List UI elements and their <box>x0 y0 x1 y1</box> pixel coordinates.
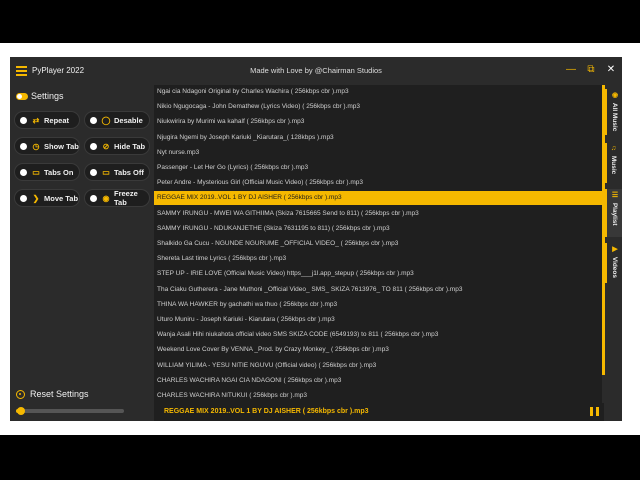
move-tab-button[interactable]: ❯ Move Tab <box>14 189 80 207</box>
playlist-item[interactable]: Tha Ciaku Gutherera - Jane Muthoni _Offi… <box>154 283 604 297</box>
playlist-item[interactable]: Njugira Ngemi by Joseph Kariuki _Kiaruta… <box>154 131 604 145</box>
playlist-item[interactable]: THINA WA HAWKER by gachathi wa thuo ( 25… <box>154 298 604 312</box>
tab-videos-label: Videos <box>611 256 618 279</box>
tabs-off-button[interactable]: ▭ Tabs Off <box>84 163 150 181</box>
app-window: PyPlayer 2022 Made with Love by @Chairma… <box>10 57 622 421</box>
desable-button[interactable]: ◯ Desable <box>84 111 150 129</box>
playlist-item[interactable]: Ngai cia Ndagoni Original by Charles Wac… <box>154 85 604 99</box>
chevron-right-icon: ❯ <box>32 193 40 203</box>
playlist: Ngai cia Ndagoni Original by Charles Wac… <box>154 85 604 403</box>
tabs-on-icon: ▭ <box>32 167 40 177</box>
hide-tab-icon: ⊘ <box>102 141 110 151</box>
radio-dot <box>90 116 97 124</box>
show-tab-button[interactable]: ◷ Show Tab <box>14 137 80 155</box>
playlist-item[interactable]: CHARLES WACHIRA NITUKUI ( 256kbps cbr ).… <box>154 389 604 403</box>
freeze-tab-button[interactable]: ◉ Freeze Tab <box>84 189 150 207</box>
playlist-item[interactable]: Passenger - Let Her Go (Lyrics) ( 256kbp… <box>154 161 604 175</box>
playlist-item[interactable]: SAMMY IRUNGU - NDUKANJETHE (Skiza 763119… <box>154 222 604 236</box>
repeat-icon: ⇄ <box>32 115 40 125</box>
playlist-item[interactable]: SAMMY IRUNGU - MWEI WA GITHIIMA (Skiza 7… <box>154 207 604 221</box>
playlist-item[interactable]: Niukwirira by Murimi wa kahalf ( 256kbps… <box>154 115 604 129</box>
tab-all-music-label: All Music <box>611 102 618 132</box>
radio-dot <box>90 168 97 176</box>
playlist-item[interactable]: Weekend Love Cover By VENNA _Prod. by Cr… <box>154 343 604 357</box>
toggle-icon <box>16 92 28 100</box>
minimize-icon[interactable]: — <box>564 63 578 77</box>
playlist-item[interactable]: CHARLES WACHIRA NGAI CIA NDAGONI ( 256kb… <box>154 374 604 388</box>
pause-icon[interactable] <box>590 407 599 416</box>
disc-icon: ◉ <box>611 91 618 99</box>
reset-icon <box>16 389 25 399</box>
repeat-button[interactable]: ⇄ Repeat <box>14 111 80 129</box>
restore-icon[interactable]: ⧉ <box>584 63 598 77</box>
video-icon: ▶ <box>611 245 618 253</box>
radio-dot <box>20 194 27 202</box>
playlist-item[interactable]: Shereta Last time Lyrics ( 256kbps cbr )… <box>154 252 604 266</box>
show-tab-icon: ◷ <box>32 141 40 151</box>
tabs-off-label: Tabs Off <box>114 167 144 177</box>
tab-all-music[interactable]: ◉ All Music <box>605 89 622 135</box>
settings-sidebar: Settings ⇄ Repeat ◯ Desable ◷ Show Tab ⊘… <box>10 85 154 421</box>
toggle-icon: ◯ <box>101 115 111 125</box>
volume-knob[interactable] <box>17 407 26 415</box>
tab-playlist[interactable]: ☰ Playlist <box>605 189 622 237</box>
show-tab-label: Show Tab <box>44 141 79 151</box>
tab-music[interactable]: ♫ Music <box>605 143 622 183</box>
close-icon[interactable]: ✕ <box>604 63 618 77</box>
playlist-item[interactable]: REGGAE MIX 2019..VOL 1 BY DJ AISHER ( 25… <box>154 191 604 206</box>
reset-settings-label: Reset Settings <box>30 389 89 399</box>
desable-label: Desable <box>114 115 143 125</box>
tabs-off-icon: ▭ <box>102 167 110 177</box>
radio-dot <box>20 168 27 176</box>
playlist-icon: ☰ <box>611 191 618 199</box>
title-bar: PyPlayer 2022 Made with Love by @Chairma… <box>10 57 622 85</box>
playlist-item[interactable]: Wanja Asali Hihi niukahota official vide… <box>154 328 604 342</box>
repeat-label: Repeat <box>44 115 70 125</box>
settings-label: Settings <box>31 91 64 101</box>
playlist-item[interactable]: Shalkido Ga Cucu - NGUNDE NGURUME _OFFIC… <box>154 237 604 251</box>
credits-text: Made with Love by @Chairman Studios <box>250 66 382 75</box>
reset-settings-button[interactable]: Reset Settings <box>16 389 89 399</box>
playlist-item[interactable]: WILLIAM YILIMA - YESU NITIE NGUVU (Offic… <box>154 359 604 373</box>
tab-videos[interactable]: ▶ Videos <box>605 243 622 283</box>
now-playing-bar: REGGAE MIX 2019..VOL 1 BY DJ AISHER ( 25… <box>154 403 604 421</box>
tab-playlist-label: Playlist <box>611 202 618 226</box>
tabs-on-button[interactable]: ▭ Tabs On <box>14 163 80 181</box>
right-tab-bar: ◉ All Music ♫ Music ☰ Playlist ▶ Videos <box>605 85 622 421</box>
volume-slider[interactable] <box>16 407 124 415</box>
playlist-item[interactable]: Uturo Muniru - Joseph Kariuki - Kiarutar… <box>154 313 604 327</box>
playlist-item[interactable]: Nyt nurse.mp3 <box>154 146 604 160</box>
tab-music-label: Music <box>610 155 617 175</box>
playlist-item[interactable]: Peter Andre - Mysterious Girl (Official … <box>154 176 604 190</box>
radio-dot <box>20 142 27 150</box>
music-note-icon: ♫ <box>610 145 617 152</box>
playlist-item[interactable]: STEP UP - IRIE LOVE (Official Music Vide… <box>154 267 604 281</box>
now-playing-title: REGGAE MIX 2019..VOL 1 BY DJ AISHER ( 25… <box>164 408 369 415</box>
radio-dot <box>90 142 97 150</box>
radio-dot <box>20 116 27 124</box>
freeze-tab-label: Freeze Tab <box>114 189 138 207</box>
hide-tab-button[interactable]: ⊘ Hide Tab <box>84 137 150 155</box>
tabs-on-label: Tabs On <box>44 167 74 177</box>
hide-tab-label: Hide Tab <box>114 141 146 151</box>
radio-dot <box>90 194 97 202</box>
move-tab-label: Move Tab <box>44 193 79 203</box>
freeze-icon: ◉ <box>102 193 110 203</box>
playlist-item[interactable]: Nikio Ngugocaga - John Demathew (Lyrics … <box>154 100 604 114</box>
settings-heading: Settings <box>16 91 64 101</box>
